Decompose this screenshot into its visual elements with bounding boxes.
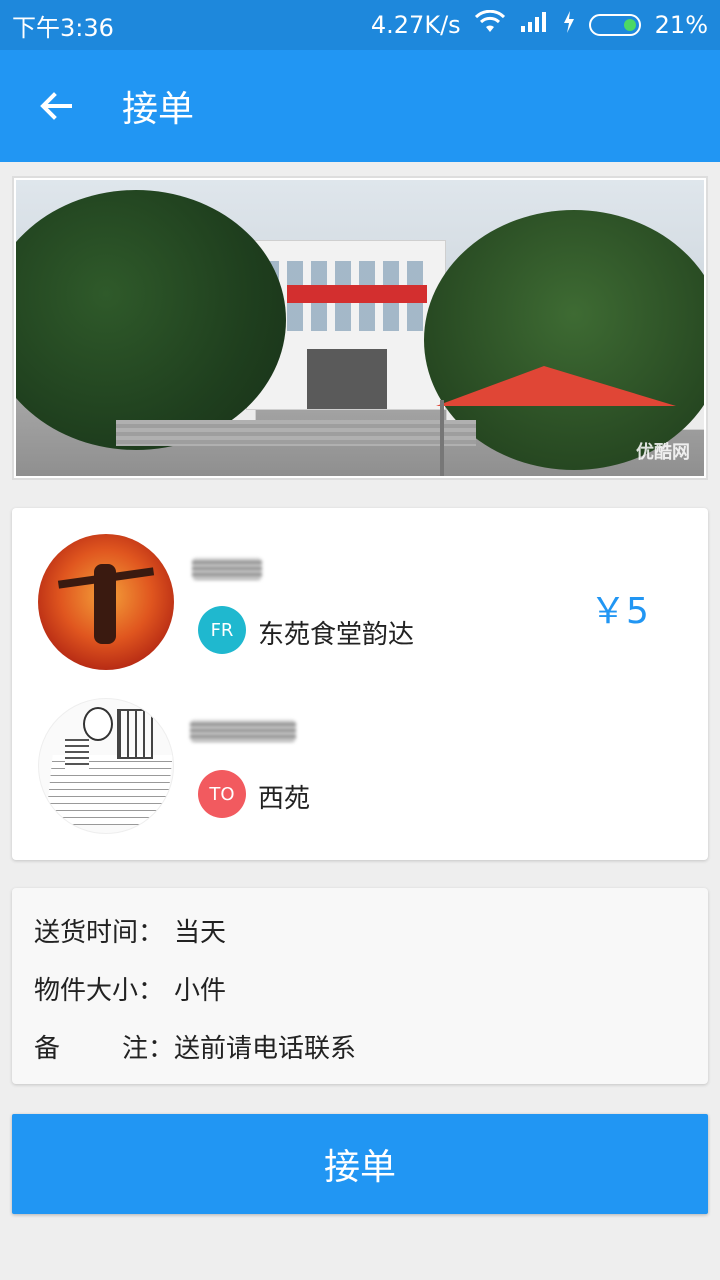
delivery-time-value: 当天: [174, 918, 227, 948]
status-time: 下午3:36: [12, 13, 114, 42]
network-speed: 4.27K/s: [370, 11, 461, 39]
from-place: 东苑食堂韵达: [258, 620, 415, 650]
delivery-time-row: 送货时间： 当天: [34, 912, 226, 949]
order-details-card: 送货时间： 当天 物件大小： 小件 备 注： 送前请电话联系: [12, 888, 708, 1084]
status-bar: 下午3:36 4.27K/s 21%: [0, 0, 720, 50]
canteen-photo: 优酷网: [16, 180, 704, 476]
from-tag: FR: [198, 606, 246, 654]
to-tag: TO: [198, 770, 246, 818]
sender-name-blurred: [192, 558, 262, 580]
order-price: ￥5: [590, 591, 649, 632]
note-row: 备 注： 送前请电话联系: [34, 1028, 356, 1065]
note-label: 备 注：: [34, 1028, 174, 1065]
note-label-right: 注：: [121, 1034, 174, 1064]
note-value: 送前请电话联系: [174, 1034, 357, 1064]
banner-image: 优酷网: [12, 176, 708, 480]
battery-icon: [588, 14, 641, 36]
signal-icon: [519, 10, 549, 40]
accept-order-button[interactable]: 接单: [12, 1114, 708, 1214]
delivery-time-label: 送货时间：: [34, 918, 165, 948]
item-size-row: 物件大小： 小件: [34, 970, 226, 1007]
receiver-avatar: [38, 698, 174, 834]
sender-avatar: [38, 534, 174, 670]
page-title: 接单: [122, 89, 195, 130]
item-size-value: 小件: [174, 976, 227, 1006]
item-size-label: 物件大小：: [34, 976, 165, 1006]
back-button[interactable]: [0, 50, 112, 162]
charging-icon: [563, 10, 575, 40]
note-label-left: 备: [34, 1034, 61, 1064]
status-icons: 4.27K/s 21%: [370, 9, 708, 40]
app-bar: 接单: [0, 50, 720, 162]
to-place: 西苑: [258, 784, 311, 814]
wifi-icon: [474, 9, 505, 40]
battery-level: 21%: [654, 11, 708, 39]
order-route-card: FR 东苑食堂韵达 ￥5 TO 西苑: [12, 508, 708, 860]
photo-watermark: 优酷网: [636, 442, 690, 463]
arrow-left-icon: [40, 92, 72, 120]
receiver-name-blurred: [190, 720, 296, 742]
